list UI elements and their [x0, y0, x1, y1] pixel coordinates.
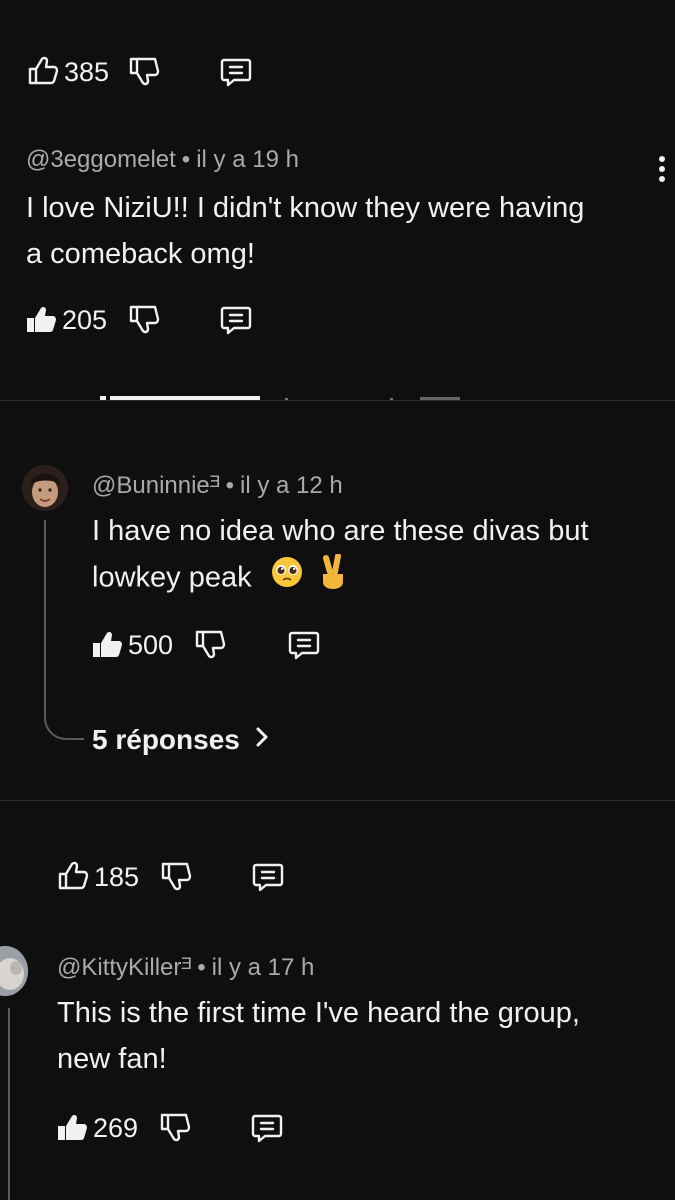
comment-icon[interactable] — [219, 303, 253, 337]
replies-label: 5 réponses — [92, 724, 240, 755]
comment-text-line: I love NiziU!! I didn't know they were h… — [26, 192, 585, 224]
thread-line-curve — [44, 700, 84, 740]
comment-time: il y a 12 h — [240, 472, 343, 499]
comment-time: il y a 17 h — [211, 954, 315, 981]
comment-actions: 385 — [26, 52, 253, 92]
comment-text: This is the first time I've heard the gr… — [57, 990, 580, 1082]
thumbs-down-icon[interactable] — [127, 55, 161, 89]
comment-icon[interactable] — [287, 628, 321, 662]
avatar[interactable] — [0, 946, 28, 996]
section-divider — [0, 800, 675, 801]
comment-text: I have no idea who are these divas but l… — [92, 508, 589, 604]
comment-icon[interactable] — [219, 55, 253, 89]
like-count: 385 — [64, 56, 110, 87]
comment-actions: 269 — [55, 1108, 284, 1148]
separator-dot: • — [225, 472, 235, 499]
comment-actions: 205 — [24, 300, 253, 340]
comment-meta: @Buninnieᴲ • il y a 12 h — [92, 472, 343, 500]
comment-text-line: This is the first time I've heard the gr… — [57, 997, 580, 1029]
more-vert-icon[interactable] — [659, 152, 669, 186]
comment-author[interactable]: @3eggomelet — [26, 146, 176, 173]
comment-actions: 185 — [56, 857, 285, 897]
comment-text-line: new fan! — [57, 1043, 167, 1075]
comment-text-line: I have no idea who are these divas but — [92, 515, 589, 547]
like-count: 185 — [94, 861, 140, 892]
avatar[interactable] — [22, 465, 68, 511]
thumbs-down-icon[interactable] — [193, 628, 227, 662]
section-divider — [0, 400, 675, 401]
comment-meta: @3eggomelet • il y a 19 h — [26, 146, 299, 174]
thumbs-up-filled-icon[interactable] — [24, 303, 58, 337]
thumbs-up-filled-icon[interactable] — [55, 1111, 89, 1145]
thumbs-up-filled-icon[interactable] — [90, 628, 124, 662]
comment-text: I love NiziU!! I didn't know they were h… — [26, 185, 584, 277]
thumbs-up-icon[interactable] — [26, 55, 60, 89]
comment-author[interactable]: @KittyKillerᴲ — [57, 954, 191, 981]
thumbs-down-icon[interactable] — [127, 303, 161, 337]
thread-line — [8, 1008, 10, 1200]
comment-icon[interactable] — [250, 1111, 284, 1145]
like-count: 205 — [62, 304, 108, 335]
pleading-face-icon — [270, 555, 304, 603]
comment-icon[interactable] — [251, 860, 285, 894]
thumbs-down-icon[interactable] — [159, 860, 193, 894]
like-count: 500 — [128, 629, 174, 660]
thumbs-down-icon[interactable] — [158, 1111, 192, 1145]
comment-meta: @KittyKillerᴲ • il y a 17 h — [57, 954, 314, 982]
thumbs-up-icon[interactable] — [56, 860, 90, 894]
comment-text-line: a comeback omg! — [26, 238, 255, 270]
comment-text-line: lowkey peak — [92, 561, 252, 594]
victory-hand-icon — [318, 553, 348, 604]
chevron-right-icon — [254, 724, 270, 756]
thread-line — [44, 520, 46, 710]
separator-dot: • — [197, 954, 206, 981]
comment-actions: 500 — [90, 625, 321, 665]
comment-text-line-wrap: lowkey peak — [92, 553, 589, 604]
comment-author[interactable]: @Buninnieᴲ — [92, 472, 220, 499]
clipped-text-remnant — [100, 390, 460, 400]
like-count: 269 — [93, 1112, 139, 1143]
view-replies-button[interactable]: 5 réponses — [92, 724, 270, 756]
comment-time: il y a 19 h — [196, 146, 299, 173]
separator-dot: • — [181, 146, 191, 173]
